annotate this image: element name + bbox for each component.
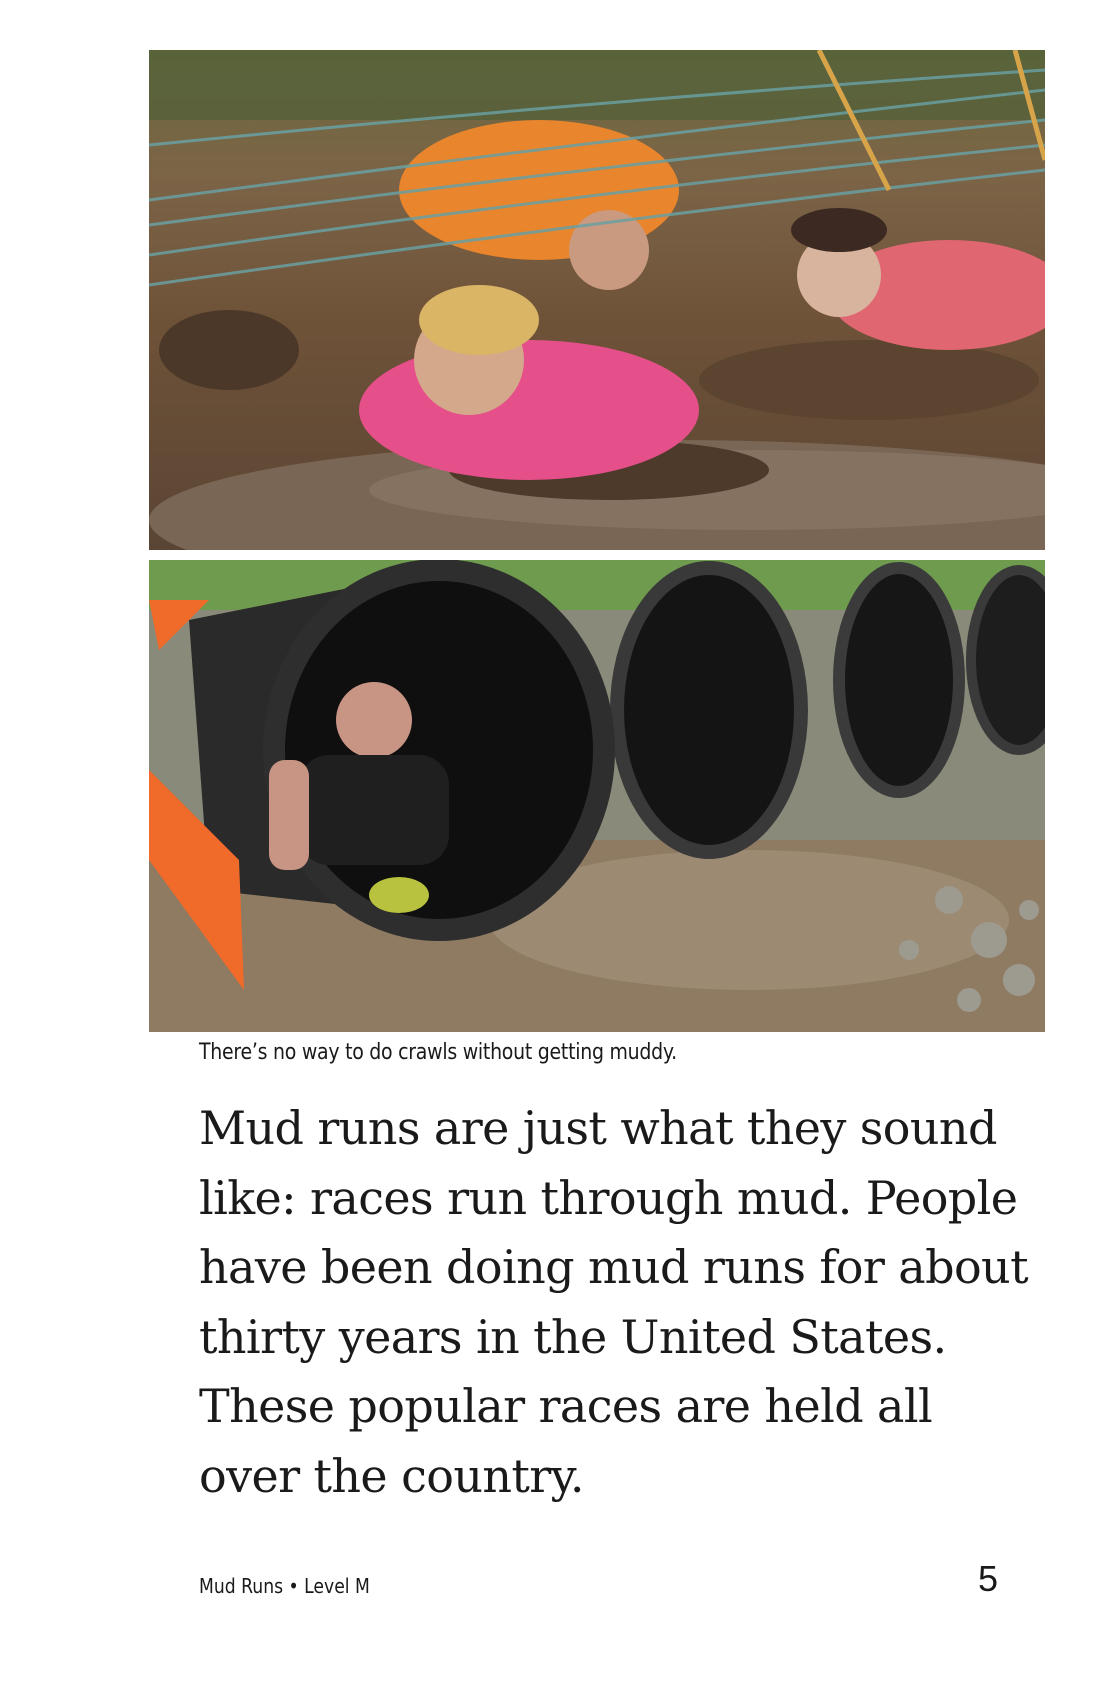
page-number: 5: [977, 1558, 998, 1599]
body-paragraph: Mud runs are just what they sound like: …: [199, 1094, 1029, 1511]
body-paragraph-text: Mud runs are just what they sound like: …: [199, 1101, 1029, 1503]
tunnel-crawl-photo: [149, 560, 1045, 1032]
photo-caption: There’s no way to do crawls without gett…: [199, 1040, 677, 1065]
mud-crawl-photo: [149, 50, 1045, 550]
footer-book-title: Mud Runs • Level M: [199, 1574, 370, 1598]
